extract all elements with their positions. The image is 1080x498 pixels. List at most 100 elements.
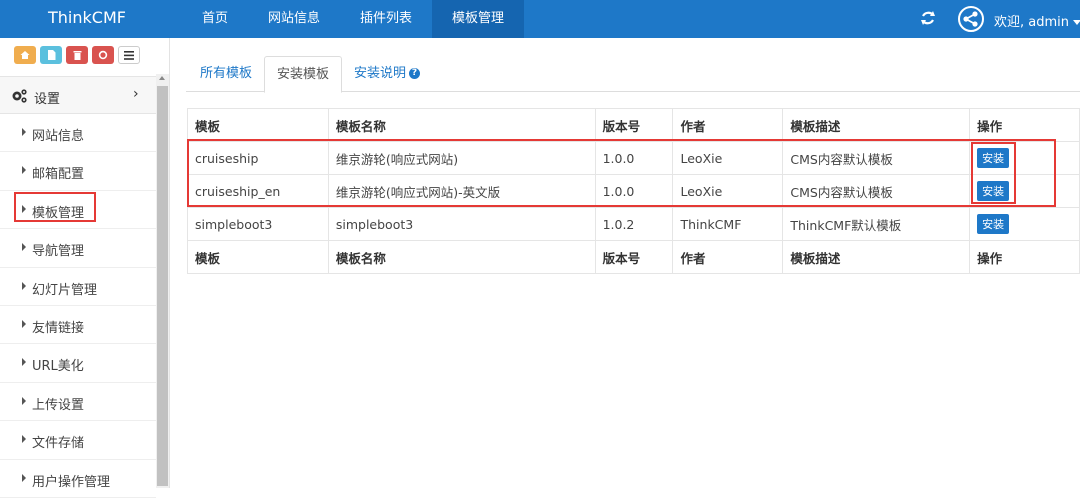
- caret-right-icon: [22, 243, 26, 252]
- sidebar-menu: 网站信息 邮箱配置 模板管理 导航管理 幻灯片管理 友情链接 URL美化 上传设…: [0, 114, 156, 498]
- sidebar-item-label: 友情链接: [32, 320, 85, 336]
- cell-template: simpleboot3: [187, 207, 329, 241]
- sidebar-item-slides[interactable]: 幻灯片管理: [0, 268, 156, 306]
- file-icon[interactable]: [40, 46, 62, 64]
- sidebar-shortcuts: [14, 46, 140, 64]
- col-header-description: 模板描述: [782, 108, 971, 142]
- caret-right-icon: [22, 358, 26, 367]
- table-footer-row: 模板 模板名称 版本号 作者 模板描述 操作: [187, 240, 1080, 274]
- col-header-version: 版本号: [594, 108, 674, 142]
- cell-version: 1.0.0: [594, 174, 674, 208]
- user-label: 欢迎, admin: [994, 15, 1069, 30]
- home-icon[interactable]: [14, 46, 36, 64]
- gears-icon: [12, 89, 27, 103]
- cell-author: LeoXie: [672, 174, 784, 208]
- col-footer-template: 模板: [187, 240, 329, 274]
- sidebar-item-label: 幻灯片管理: [32, 282, 98, 298]
- cell-name: 维京游轮(响应式网站)-英文版: [327, 174, 596, 208]
- cell-description: ThinkCMF默认模板: [782, 207, 971, 241]
- trash-icon[interactable]: [66, 46, 88, 64]
- cell-action: 安装: [969, 207, 1080, 241]
- install-button[interactable]: 安装: [977, 181, 1010, 201]
- nav-item-home[interactable]: 首页: [182, 0, 248, 38]
- sidebar-item-user-actions[interactable]: 用户操作管理: [0, 460, 156, 498]
- cell-action: 安装: [969, 141, 1080, 175]
- cell-description: CMS内容默认模板: [782, 141, 971, 175]
- list-icon[interactable]: [118, 46, 140, 64]
- cell-version: 1.0.2: [594, 207, 674, 241]
- col-footer-description: 模板描述: [782, 240, 971, 274]
- col-footer-version: 版本号: [594, 240, 674, 274]
- table-row: simpleboot3 simpleboot3 1.0.2 ThinkCMF T…: [187, 207, 1080, 241]
- cell-action: 安装: [969, 174, 1080, 208]
- sidebar-item-label: 导航管理: [32, 244, 85, 260]
- sidebar-item-label: 文件存储: [32, 436, 85, 452]
- sidebar-item-url-rewrite[interactable]: URL美化: [0, 344, 156, 383]
- settings-label: 设置: [34, 92, 61, 107]
- cell-description: CMS内容默认模板: [782, 174, 971, 208]
- refresh-icon[interactable]: [919, 9, 937, 27]
- user-menu[interactable]: 欢迎, admin: [994, 11, 1080, 30]
- col-header-action: 操作: [969, 108, 1080, 142]
- sidebar-item-label: 网站信息: [32, 129, 85, 144]
- cell-name: 维京游轮(响应式网站): [327, 141, 596, 175]
- nav-item-templates[interactable]: 模板管理: [432, 0, 525, 38]
- sidebar-item-label: URL美化: [32, 359, 84, 375]
- cell-name: simpleboot3: [327, 207, 596, 241]
- caret-right-icon: [22, 128, 26, 136]
- sidebar-item-links[interactable]: 友情链接: [0, 306, 156, 345]
- cell-version: 1.0.0: [594, 141, 674, 175]
- caret-right-icon: [22, 281, 26, 290]
- col-header-name: 模板名称: [327, 108, 596, 142]
- caret-down-icon: [1073, 20, 1080, 25]
- chevron-right-icon: ›: [133, 86, 139, 102]
- sidebar-item-upload[interactable]: 上传设置: [0, 383, 156, 422]
- sidebar-item-storage[interactable]: 文件存储: [0, 421, 156, 460]
- caret-right-icon: [22, 435, 26, 444]
- caret-right-icon: [22, 473, 26, 482]
- col-header-author: 作者: [672, 108, 784, 142]
- nav-item-plugins[interactable]: 插件列表: [340, 0, 432, 38]
- templates-table: 模板 模板名称 版本号 作者 模板描述 操作 cruiseship 维京游轮(响…: [187, 108, 1080, 274]
- caret-right-icon: [22, 166, 26, 175]
- table-row: cruiseship 维京游轮(响应式网站) 1.0.0 LeoXie CMS内…: [187, 141, 1080, 175]
- cell-author: LeoXie: [672, 141, 784, 175]
- caret-right-icon: [22, 396, 26, 405]
- sidebar-item-navigation[interactable]: 导航管理: [0, 229, 156, 268]
- scroll-up-arrow-icon[interactable]: [159, 76, 165, 80]
- share-avatar-icon[interactable]: [958, 6, 984, 32]
- nav-item-site-info[interactable]: 网站信息: [248, 0, 340, 38]
- main-nav: 首页 网站信息 插件列表 模板管理: [182, 0, 525, 38]
- sidebar: 设置 › 网站信息 邮箱配置 模板管理 导航管理 幻灯片管理 友情链接 URL美…: [0, 38, 170, 498]
- cell-template: cruiseship: [187, 141, 329, 175]
- tab-install-guide-label: 安装说明: [354, 66, 407, 81]
- highlight-box: [14, 192, 96, 222]
- col-footer-action: 操作: [969, 240, 1080, 274]
- sidebar-item-label: 上传设置: [32, 397, 85, 413]
- sidebar-settings-header[interactable]: 设置 ›: [0, 76, 156, 114]
- cell-template: cruiseship_en: [187, 174, 329, 208]
- sidebar-item-site-info[interactable]: 网站信息: [0, 114, 156, 153]
- install-button[interactable]: 安装: [977, 148, 1010, 168]
- recycle-icon[interactable]: [92, 46, 114, 64]
- sidebar-scrollbar[interactable]: [156, 74, 169, 488]
- tab-install-templates[interactable]: 安装模板: [264, 56, 343, 93]
- scroll-thumb[interactable]: [157, 86, 168, 486]
- table-row: cruiseship_en 维京游轮(响应式网站)-英文版 1.0.0 LeoX…: [187, 174, 1080, 208]
- col-footer-name: 模板名称: [327, 240, 596, 274]
- col-header-template: 模板: [187, 108, 329, 142]
- caret-right-icon: [22, 319, 26, 328]
- brand-logo[interactable]: ThinkCMF: [48, 8, 126, 27]
- sidebar-item-email[interactable]: 邮箱配置: [0, 152, 156, 191]
- tab-all-templates[interactable]: 所有模板: [200, 56, 252, 92]
- install-button[interactable]: 安装: [977, 214, 1010, 234]
- sidebar-item-label: 用户操作管理: [32, 474, 111, 490]
- table-header-row: 模板 模板名称 版本号 作者 模板描述 操作: [187, 108, 1080, 142]
- sidebar-item-label: 邮箱配置: [32, 167, 85, 183]
- cell-author: ThinkCMF: [672, 207, 784, 241]
- help-icon: ?: [409, 68, 421, 79]
- template-tabs: 所有模板 安装模板 安装说明?: [186, 56, 1080, 93]
- tab-install-guide[interactable]: 安装说明?: [354, 56, 421, 92]
- col-footer-author: 作者: [672, 240, 784, 274]
- top-navbar: ThinkCMF 首页 网站信息 插件列表 模板管理 欢迎, admin: [0, 0, 1080, 38]
